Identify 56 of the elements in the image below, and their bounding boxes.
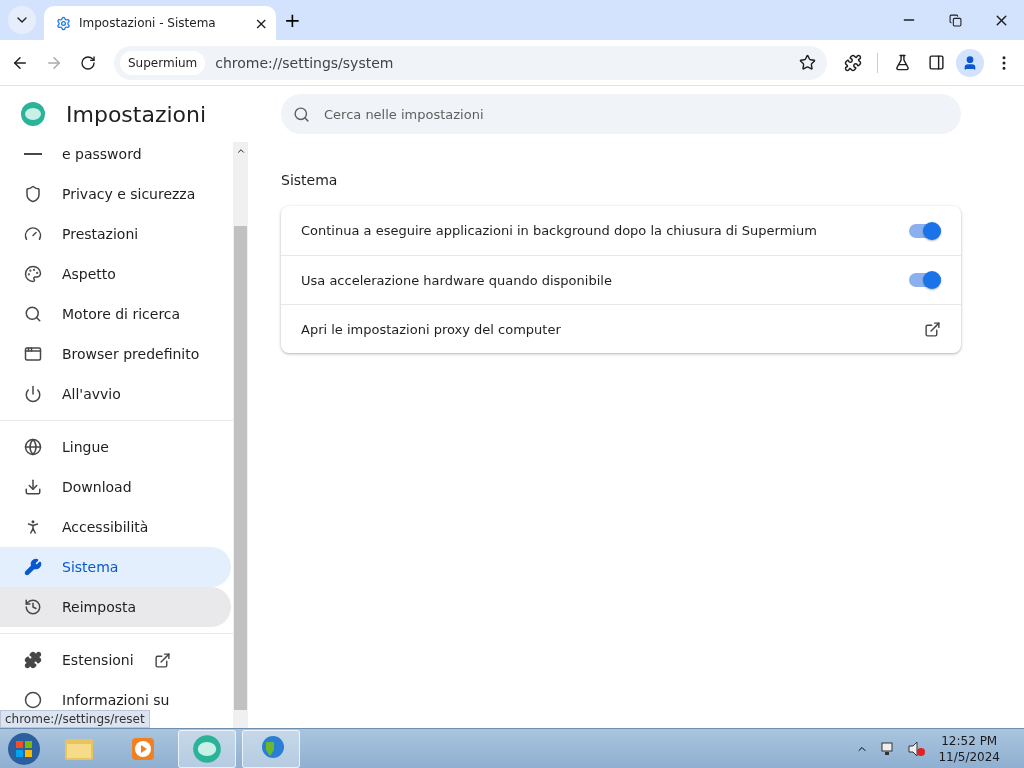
clock-time: 12:52 PM [941,733,998,748]
puzzle-icon [24,651,42,669]
search-icon [293,105,310,123]
sidebar-item[interactable]: Lingue [0,427,231,467]
browser-tab[interactable]: Impostazioni - Sistema × [44,6,276,40]
palette-icon [24,265,42,283]
line-icon [24,153,42,155]
sidebar-item[interactable]: Accessibilità [0,507,231,547]
setting-row[interactable]: Continua a eseguire applicazioni in background dopo la chiusura di Supermium [281,206,961,255]
new-tab-button[interactable]: + [284,8,301,32]
download-icon [24,478,42,496]
address-bar[interactable]: Supermium chrome://settings/system [114,45,827,80]
sidebar-item[interactable]: e password [0,142,231,174]
sidebar-item[interactable]: Privacy e sicurezza [0,174,231,214]
section-title: Sistema [281,172,339,188]
logo-icon [20,101,46,127]
tab-close-button[interactable]: × [254,13,268,33]
external-link-icon[interactable] [924,320,941,338]
muted-speaker-icon[interactable] [908,740,927,757]
sidebar-item[interactable]: Browser predefinito [0,334,231,374]
scroll-up-icon[interactable] [235,146,246,156]
sidebar-item[interactable]: Aspetto [0,254,231,294]
globe-icon [24,438,42,456]
clock-date: 11/5/2024 [938,749,1000,764]
url-text: chrome://settings/system [215,54,395,71]
power-icon [24,385,42,403]
wrench-icon [24,558,42,576]
gauge-icon [24,225,42,243]
setting-row[interactable]: Usa accelerazione hardware quando disponibile [281,255,961,304]
settings-title: Impostazioni [66,101,207,127]
setting-row[interactable]: Apri le impostazioni proxy del computer [281,304,961,353]
profile-icon[interactable] [956,48,984,77]
browser-window-icon [24,345,42,363]
site-chip[interactable]: Supermium [120,50,206,75]
search-field[interactable]: Cerca nelle impostazioni [281,94,961,134]
sidebar-item[interactable]: Motore di ricerca [0,294,231,334]
sidebar-item[interactable]: All'avvio [0,374,231,414]
reload-icon[interactable] [80,54,96,71]
sidebar-item[interactable]: Estensioni [0,640,231,680]
sidebar-item[interactable]: Sistema [0,547,231,587]
history-icon [24,598,42,616]
tab-search-button[interactable] [8,6,36,34]
sidebar-item[interactable]: Reimposta [0,587,231,627]
toggle-switch[interactable] [909,273,941,287]
shield-icon [24,185,42,203]
tab-title: Impostazioni - Sistema [79,16,217,30]
search-icon [24,305,42,323]
media-player-icon[interactable] [130,735,156,762]
restore-icon[interactable] [948,13,962,27]
toggle-switch[interactable] [909,223,941,238]
scrollbar[interactable] [233,142,248,728]
sidebar-item[interactable]: Prestazioni [0,214,231,254]
settings-icon [56,15,71,31]
url-tooltip: chrome://settings/reset [0,710,150,728]
circle-icon [24,691,42,709]
sidebar-item[interactable]: Download [0,467,231,507]
